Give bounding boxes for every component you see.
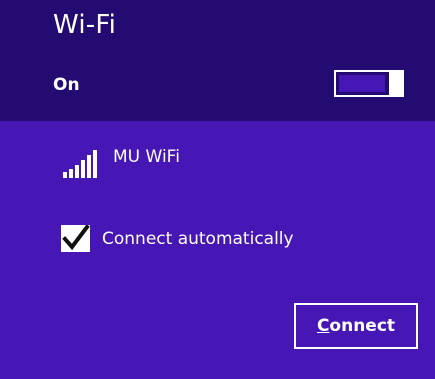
connect-button[interactable]: Connect [294, 303, 418, 349]
auto-connect-checkbox[interactable] [61, 225, 90, 252]
wifi-toggle-track-fill [339, 75, 385, 92]
wifi-toggle-label: On [53, 75, 80, 95]
wifi-toggle[interactable] [334, 70, 404, 97]
checkmark-icon [62, 225, 90, 251]
network-name: MU WiFi [113, 147, 180, 167]
wifi-toggle-thumb[interactable] [389, 70, 404, 97]
panel-title: Wi-Fi [53, 10, 117, 40]
auto-connect-label: Connect automatically [102, 229, 294, 249]
connect-button-label: onnect [329, 316, 396, 336]
connect-button-accesskey: C [316, 316, 330, 336]
wifi-header: Wi-Fi On [0, 0, 435, 121]
wifi-signal-icon [63, 150, 97, 178]
